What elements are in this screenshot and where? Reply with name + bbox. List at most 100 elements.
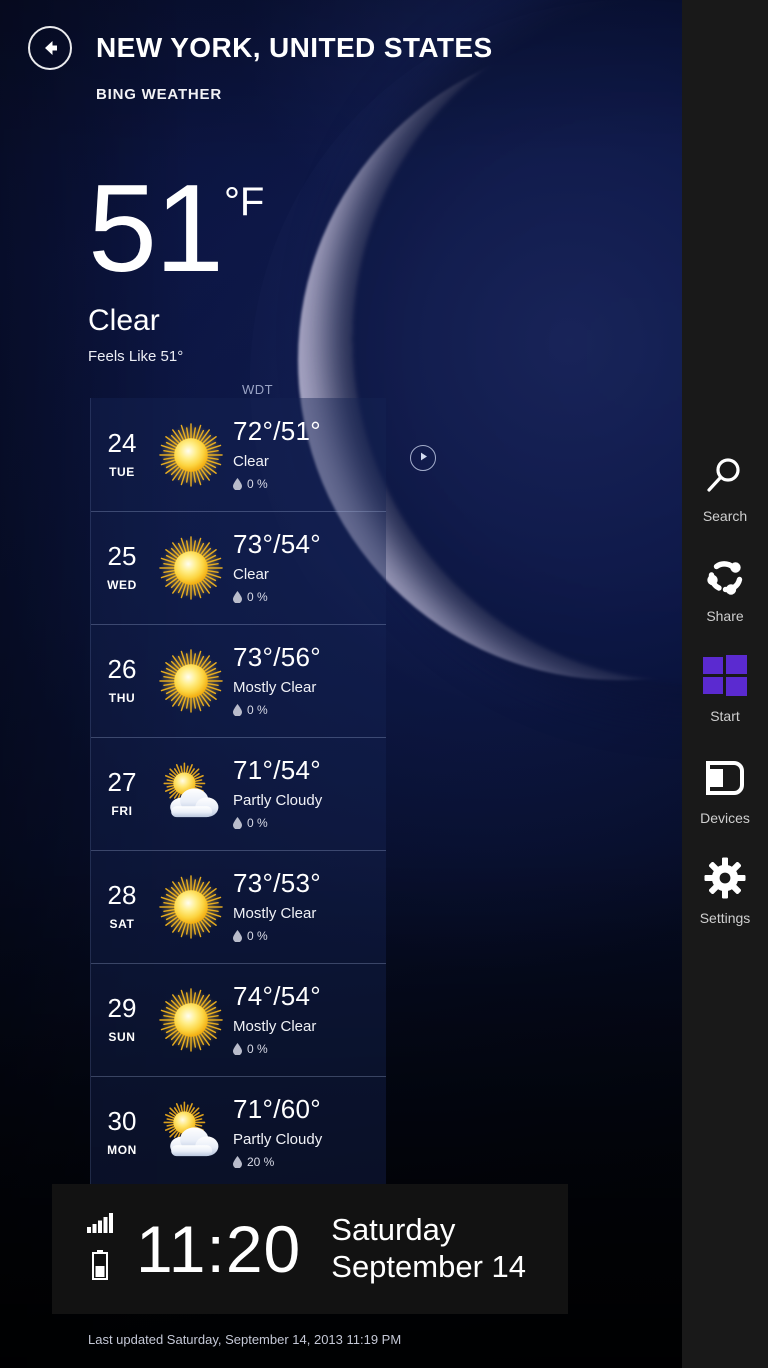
precipitation-value: 0 % — [247, 815, 268, 830]
clock-overlay-panel: 11:20 Saturday September 14 — [52, 1184, 568, 1314]
forecast-row[interactable]: 26 THU 73°/56° Mostly Clear 0 % — [91, 624, 386, 737]
forecast-condition: Clear — [233, 452, 269, 470]
sunny-icon — [153, 422, 229, 488]
forecast-row[interactable]: 24 TUE 72°/51° Clear 0 % — [91, 398, 386, 511]
forecast-row[interactable]: 28 SAT 73°/53° Mostly Clear 0 % — [91, 850, 386, 963]
charm-search[interactable]: Search — [682, 450, 768, 524]
precipitation-drop-icon — [233, 1155, 242, 1168]
charm-label: Devices — [700, 810, 750, 826]
play-icon — [418, 449, 429, 467]
sunny-icon — [153, 648, 229, 714]
clock-date: September 14 — [331, 1249, 526, 1284]
forecast-details: 71°/60° Partly Cloudy 20 % — [229, 1096, 386, 1169]
charm-devices[interactable]: Devices — [682, 752, 768, 826]
precipitation-value: 0 % — [247, 589, 268, 604]
forecast-day-name: THU — [108, 691, 136, 705]
forecast-list: 24 TUE 72°/51° Clear 0 % 25 WED 73°/54° Clear 0 %… — [90, 398, 386, 1189]
forecast-condition: Partly Cloudy — [233, 791, 323, 809]
last-updated-text: Last updated Saturday, September 14, 201… — [88, 1332, 402, 1347]
forecast-row[interactable]: 30 MON 71°/60° Partly Cloudy 20 % — [91, 1076, 386, 1189]
app-name-subtitle: BING WEATHER — [96, 86, 222, 103]
forecast-day-number: 27 — [107, 767, 137, 797]
forecast-date: 26 THU — [91, 656, 153, 705]
current-conditions: 51 °F Clear Feels Like 51° — [88, 160, 264, 366]
clock-date-group: Saturday September 14 — [331, 1212, 526, 1285]
page-title: NEW YORK, UNITED STATES — [96, 32, 493, 63]
forecast-day-number: 24 — [107, 428, 137, 458]
forecast-temperatures: 74°/54° — [233, 981, 321, 1012]
forecast-precipitation: 0 % — [233, 929, 386, 943]
share-icon — [704, 550, 746, 602]
forecast-temperatures: 73°/54° — [233, 529, 321, 560]
forecast-details: 73°/53° Mostly Clear 0 % — [229, 868, 386, 943]
sunny-icon — [153, 874, 229, 940]
forecast-day-number: 25 — [107, 541, 137, 571]
forecast-date: 29 SUN — [91, 995, 153, 1044]
precipitation-value: 0 % — [247, 1041, 268, 1056]
charm-share[interactable]: Share — [682, 550, 768, 624]
back-arrow-icon — [39, 37, 61, 59]
signal-bars-icon — [87, 1213, 113, 1238]
forecast-precipitation: 0 % — [233, 590, 386, 604]
current-condition: Clear — [88, 304, 160, 338]
forecast-source-label: WDT — [242, 382, 274, 397]
charm-settings[interactable]: Settings — [682, 852, 768, 926]
forecast-condition: Mostly Clear — [233, 1017, 317, 1035]
forecast-details: 73°/56° Mostly Clear 0 % — [229, 644, 386, 717]
charm-label: Settings — [699, 910, 751, 926]
partly-cloudy-icon — [153, 1100, 229, 1166]
forecast-precipitation: 0 % — [233, 816, 386, 830]
forecast-condition: Mostly Clear — [233, 904, 317, 922]
forecast-row[interactable]: 27 FRI 71°/54° Partly Cloudy 0 % — [91, 737, 386, 850]
sunny-icon — [153, 535, 229, 601]
forecast-day-name: SAT — [109, 917, 135, 931]
forecast-condition: Mostly Clear — [233, 678, 317, 696]
forecast-day-number: 29 — [107, 993, 137, 1023]
forecast-precipitation: 20 % — [233, 1155, 386, 1169]
forecast-date: 28 SAT — [91, 882, 153, 931]
forecast-date: 25 WED — [91, 543, 153, 592]
charm-label: Share — [706, 608, 744, 624]
forecast-precipitation: 0 % — [233, 1042, 386, 1056]
forecast-details: 71°/54° Partly Cloudy 0 % — [229, 757, 386, 830]
forecast-row[interactable]: 29 SUN 74°/54° Mostly Clear 0 % — [91, 963, 386, 1076]
forecast-day-name: WED — [107, 578, 137, 592]
forecast-day-number: 30 — [107, 1106, 137, 1136]
forecast-day-name: SUN — [108, 1030, 136, 1044]
feels-like-text: Feels Like 51° — [88, 348, 184, 366]
forecast-date: 24 TUE — [91, 430, 153, 479]
forecast-day-number: 26 — [107, 654, 137, 684]
devices-icon — [704, 752, 746, 804]
forecast-precipitation: 0 % — [233, 477, 386, 491]
forecast-day-name: FRI — [111, 804, 133, 818]
forecast-details: 73°/54° Clear 0 % — [229, 529, 386, 604]
forecast-date: 30 MON — [91, 1108, 153, 1157]
current-temperature: 51 — [88, 160, 224, 298]
forecast-date: 27 FRI — [91, 769, 153, 818]
forecast-details: 72°/51° Clear 0 % — [229, 418, 386, 491]
precipitation-drop-icon — [233, 1042, 242, 1055]
forecast-row[interactable]: 25 WED 73°/54° Clear 0 % — [91, 511, 386, 624]
forecast-day-number: 28 — [107, 880, 137, 910]
charm-label: Search — [702, 508, 748, 524]
play-button[interactable] — [410, 445, 436, 471]
charms-bar: Search Share Start Devices Settings — [682, 0, 768, 1368]
forecast-day-name: MON — [107, 1143, 137, 1157]
forecast-condition: Partly Cloudy — [233, 1130, 323, 1148]
charm-start[interactable]: Start — [682, 650, 768, 724]
forecast-temperatures: 73°/53° — [233, 868, 321, 899]
precipitation-value: 0 % — [247, 702, 268, 717]
sunny-icon — [153, 987, 229, 1053]
precipitation-drop-icon — [233, 703, 242, 716]
search-icon — [705, 450, 745, 502]
back-button[interactable] — [28, 26, 72, 70]
clock-day-of-week: Saturday — [331, 1212, 456, 1248]
precipitation-drop-icon — [233, 816, 242, 829]
forecast-day-name: TUE — [109, 465, 135, 479]
status-icon-group — [52, 1213, 130, 1285]
forecast-precipitation: 0 % — [233, 703, 386, 717]
settings-icon — [704, 852, 746, 904]
clock-time: 11:20 — [136, 1212, 302, 1286]
precipitation-value: 20 % — [247, 1154, 275, 1169]
partly-cloudy-icon — [153, 761, 229, 827]
